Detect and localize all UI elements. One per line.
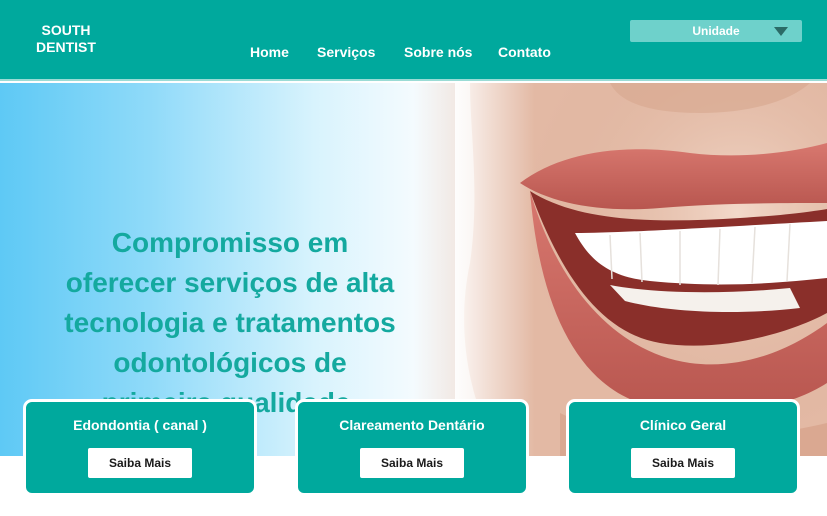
service-card-endodontia: Edondontia ( canal ) Saiba Mais — [23, 399, 257, 496]
hero-headline-line: tecnologia e tratamentos — [64, 307, 396, 338]
nav-item-sobre-nos[interactable]: Sobre nós — [404, 43, 472, 61]
saiba-mais-button[interactable]: Saiba Mais — [88, 448, 192, 478]
unit-select[interactable]: Unidade — [630, 20, 802, 42]
service-card-title: Edondontia ( canal ) — [73, 417, 207, 433]
hero-headline-line: odontológicos de — [113, 347, 347, 378]
nav-item-home[interactable]: Home — [250, 43, 289, 61]
nav-item-contato[interactable]: Contato — [498, 43, 551, 61]
site-header: SOUTH DENTIST Home Serviços Sobre nós Co… — [0, 0, 827, 81]
hero-headline-line: oferecer serviços de alta — [65, 267, 395, 298]
main-nav: Home Serviços Sobre nós Contato — [0, 43, 827, 63]
service-card-title: Clínico Geral — [639, 417, 727, 433]
chevron-down-icon — [774, 27, 788, 36]
service-card-clinico-geral: Clínico Geral Saiba Mais — [566, 399, 800, 496]
logo-line-1: SOUTH — [41, 22, 91, 38]
hero-headline-line: Compromisso em — [111, 227, 349, 258]
nav-item-servicos[interactable]: Serviços — [317, 43, 375, 61]
hero-headline: Compromisso em oferecer serviços de alta… — [40, 223, 420, 423]
saiba-mais-button[interactable]: Saiba Mais — [360, 448, 464, 478]
saiba-mais-button[interactable]: Saiba Mais — [631, 448, 735, 478]
service-card-clareamento: Clareamento Dentário Saiba Mais — [295, 399, 529, 496]
service-card-title: Clareamento Dentário — [339, 417, 485, 433]
